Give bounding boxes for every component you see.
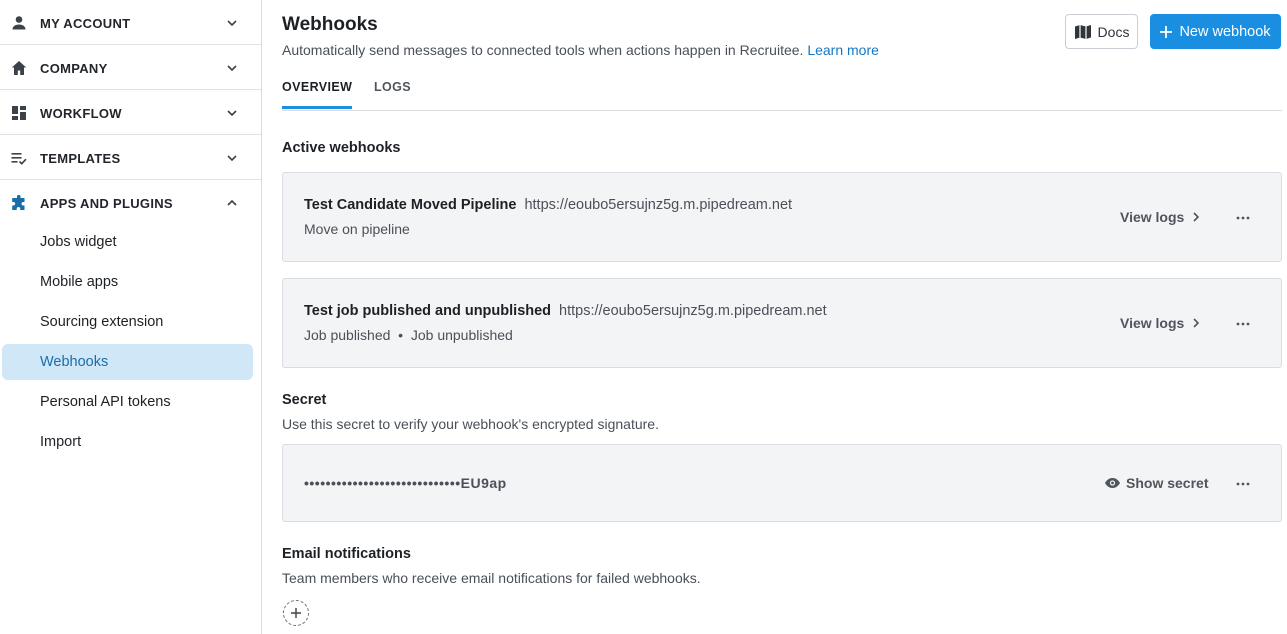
secret-value: •••••••••••••••••••••••••••••EU9ap xyxy=(304,475,507,491)
chevron-down-icon xyxy=(227,65,237,72)
chevron-down-icon xyxy=(227,20,237,27)
section-label: APPS AND PLUGINS xyxy=(40,196,173,211)
sidebar-section-my-account[interactable]: MY ACCOUNT xyxy=(0,0,261,45)
chevron-right-icon xyxy=(1193,318,1200,328)
email-notifications-description: Team members who receive email notificat… xyxy=(282,570,701,586)
sidebar-section-templates[interactable]: TEMPLATES xyxy=(0,135,261,180)
chevron-up-icon xyxy=(227,199,237,206)
puzzle-icon xyxy=(12,194,25,210)
person-icon xyxy=(12,16,26,30)
subtitle-text: Automatically send messages to connected… xyxy=(282,42,804,58)
more-options-icon[interactable] xyxy=(1236,215,1250,221)
sidebar-item-personal-api-tokens[interactable]: Personal API tokens xyxy=(2,384,253,420)
new-webhook-button[interactable]: New webhook xyxy=(1150,14,1281,49)
active-webhooks-heading: Active webhooks xyxy=(282,140,401,156)
webhook-name: Test Candidate Moved Pipeline xyxy=(304,197,517,213)
view-logs-label: View logs xyxy=(1120,315,1185,331)
sidebar-item-webhooks[interactable]: Webhooks xyxy=(2,344,253,380)
secret-heading: Secret xyxy=(282,392,327,408)
section-label: COMPANY xyxy=(40,61,108,76)
main-content: Webhooks Automatically send messages to … xyxy=(262,0,1287,634)
webhook-name: Test job published and unpublished xyxy=(304,303,552,319)
section-label: MY ACCOUNT xyxy=(40,16,131,31)
dashboard-icon xyxy=(12,106,26,120)
secret-card: •••••••••••••••••••••••••••••EU9ap Show … xyxy=(282,444,1282,522)
docs-button[interactable]: Docs xyxy=(1065,14,1138,49)
book-map-icon xyxy=(1074,24,1091,39)
sidebar-item-jobs-widget[interactable]: Jobs widget xyxy=(2,224,253,260)
show-secret-label: Show secret xyxy=(1126,475,1209,491)
eye-icon xyxy=(1105,478,1120,488)
learn-more-link[interactable]: Learn more xyxy=(807,42,879,58)
webhook-events: Move on pipeline xyxy=(304,221,410,237)
new-webhook-label: New webhook xyxy=(1179,23,1271,40)
webhook-url: https://eoubo5ersujnz5g.m.pipedream.net xyxy=(559,303,827,319)
page-title: Webhooks xyxy=(282,14,378,35)
webhook-card: Test job published and unpublished https:… xyxy=(282,278,1282,368)
webhook-card: Test Candidate Moved Pipeline https://eou… xyxy=(282,172,1282,262)
section-label: TEMPLATES xyxy=(40,151,121,166)
plus-icon xyxy=(1160,25,1173,38)
more-options-icon[interactable] xyxy=(1236,481,1250,487)
webhook-events: Job published • Job unpublished xyxy=(304,327,513,343)
view-logs-link[interactable]: View logs xyxy=(1120,209,1200,225)
add-team-member-button[interactable] xyxy=(283,600,309,626)
tab-overview[interactable]: OVERVIEW xyxy=(282,80,353,109)
chevron-down-icon xyxy=(227,110,237,117)
sidebar-item-mobile-apps[interactable]: Mobile apps xyxy=(2,264,253,300)
webhook-title: Test job published and unpublished https:… xyxy=(304,303,827,319)
page-subtitle: Automatically send messages to connected… xyxy=(282,42,879,58)
checklist-icon xyxy=(11,153,27,165)
chevron-right-icon xyxy=(1193,212,1200,222)
sidebar-section-workflow[interactable]: WORKFLOW xyxy=(0,90,261,135)
sidebar-item-sourcing-extension[interactable]: Sourcing extension xyxy=(2,304,253,340)
section-label: WORKFLOW xyxy=(40,106,122,121)
sidebar-section-company[interactable]: COMPANY xyxy=(0,45,261,90)
secret-description: Use this secret to verify your webhook's… xyxy=(282,416,659,432)
view-logs-label: View logs xyxy=(1120,209,1185,225)
chevron-down-icon xyxy=(227,155,237,162)
tab-bar: OVERVIEW LOGS xyxy=(282,74,1282,111)
email-notifications-heading: Email notifications xyxy=(282,546,411,562)
view-logs-link[interactable]: View logs xyxy=(1120,315,1200,331)
sidebar-item-import[interactable]: Import xyxy=(2,424,253,460)
docs-label: Docs xyxy=(1097,23,1130,40)
webhook-title: Test Candidate Moved Pipeline https://eou… xyxy=(304,197,792,213)
tab-logs[interactable]: LOGS xyxy=(374,80,411,106)
plus-icon xyxy=(291,608,301,618)
webhook-url: https://eoubo5ersujnz5g.m.pipedream.net xyxy=(524,197,793,213)
sidebar-section-apps-and-plugins[interactable]: APPS AND PLUGINS xyxy=(0,180,261,225)
more-options-icon[interactable] xyxy=(1236,321,1250,327)
sidebar: MY ACCOUNT COMPANY WORKFLOW TEMPLATES AP… xyxy=(0,0,262,634)
show-secret-button[interactable]: Show secret xyxy=(1104,475,1208,491)
home-icon xyxy=(11,61,27,75)
